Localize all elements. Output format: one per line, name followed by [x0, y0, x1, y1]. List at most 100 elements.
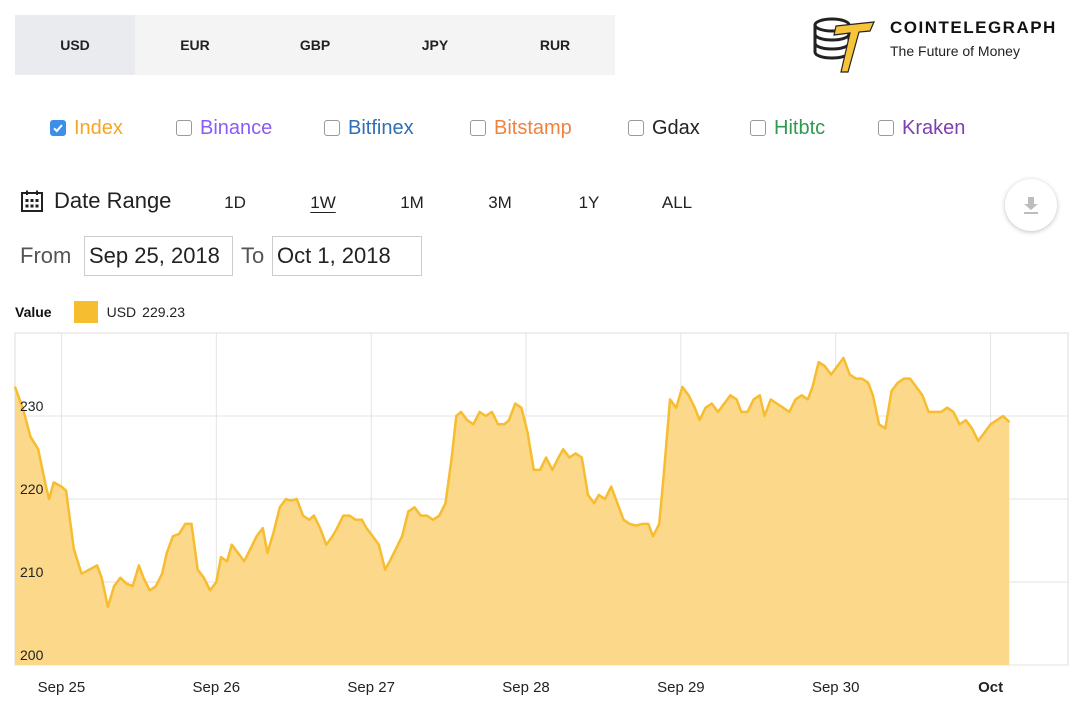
- checkbox-icon[interactable]: [750, 120, 766, 136]
- tab-usd[interactable]: USD: [15, 15, 135, 75]
- checkbox-checked-icon[interactable]: [50, 120, 66, 136]
- data-point: [432, 519, 434, 521]
- data-point: [196, 568, 199, 571]
- data-point: [759, 394, 761, 397]
- exchange-toggle-hitbtc[interactable]: Hitbtc: [750, 113, 825, 143]
- exchange-label: Index: [74, 116, 123, 139]
- data-point: [704, 406, 707, 409]
- tab-jpy[interactable]: JPY: [375, 15, 495, 75]
- exchange-toggle-binance[interactable]: Binance: [176, 113, 272, 143]
- data-point: [915, 386, 917, 388]
- data-point: [348, 514, 351, 517]
- data-point: [184, 523, 187, 525]
- exchange-label: Hitbtc: [774, 116, 826, 139]
- exchange-toggle-index[interactable]: Index: [50, 113, 123, 143]
- data-point: [354, 519, 357, 521]
- range-1y-button[interactable]: 1Y: [579, 193, 600, 213]
- data-point: [740, 411, 743, 413]
- data-point: [539, 469, 541, 471]
- data-point: [903, 377, 905, 380]
- data-point: [166, 552, 168, 554]
- data-point: [952, 411, 955, 413]
- date-range-header: Date Range: [20, 188, 171, 214]
- data-point: [658, 523, 660, 525]
- data-point: [125, 582, 128, 585]
- from-date-input[interactable]: [84, 236, 233, 276]
- brand-tagline: The Future of Money: [890, 43, 1020, 59]
- range-3m-button[interactable]: 3M: [488, 193, 512, 213]
- data-point: [817, 361, 820, 363]
- checkbox-icon[interactable]: [878, 120, 894, 136]
- checkbox-icon[interactable]: [324, 120, 340, 136]
- checkbox-icon[interactable]: [628, 120, 644, 136]
- exchange-toggle-kraken[interactable]: Kraken: [878, 113, 965, 143]
- data-point: [934, 411, 936, 413]
- chart-legend: Value USD 229.23: [15, 301, 185, 323]
- data-point: [977, 440, 979, 442]
- exchange-label: Bitfinex: [348, 116, 414, 139]
- tab-rur[interactable]: RUR: [495, 15, 615, 75]
- data-point: [557, 456, 560, 459]
- data-point: [384, 568, 386, 571]
- data-point: [861, 377, 863, 380]
- checkbox-icon[interactable]: [470, 120, 486, 136]
- data-point: [378, 543, 380, 546]
- data-point: [131, 585, 134, 587]
- currency-tabs: USD EUR GBP JPY RUR: [15, 15, 615, 75]
- data-point: [249, 548, 252, 550]
- data-point: [647, 523, 650, 525]
- range-1w-button[interactable]: 1W: [310, 193, 336, 213]
- data-point: [545, 456, 547, 459]
- data-point: [48, 498, 50, 500]
- data-point: [694, 406, 696, 409]
- to-label: To: [241, 243, 265, 268]
- download-button[interactable]: [1005, 179, 1057, 231]
- data-point: [503, 423, 506, 426]
- data-point: [237, 552, 239, 554]
- data-point: [675, 406, 677, 409]
- to-date-input[interactable]: [272, 236, 422, 276]
- data-point: [890, 390, 893, 392]
- data-point: [681, 386, 684, 388]
- data-point: [717, 411, 719, 413]
- range-1m-button[interactable]: 1M: [400, 193, 424, 213]
- data-point: [526, 431, 529, 434]
- data-point: [983, 431, 986, 434]
- tab-eur[interactable]: EUR: [135, 15, 255, 75]
- data-point: [711, 402, 713, 405]
- data-point: [604, 498, 606, 500]
- x-tick-label: Sep 30: [812, 679, 860, 696]
- range-all-button[interactable]: ALL: [662, 193, 692, 213]
- data-point: [100, 577, 103, 579]
- data-point: [698, 419, 701, 421]
- data-point: [872, 394, 874, 397]
- data-point: [426, 514, 428, 517]
- data-point: [909, 377, 911, 380]
- exchange-toggle-gdax[interactable]: Gdax: [628, 113, 700, 143]
- price-chart[interactable]: 200 210 220 230 Sep 25 Sep 26 Sep 27 Sep 28 Sep …: [0, 325, 1088, 706]
- data-point: [769, 398, 772, 401]
- exchange-toggle-bitstamp[interactable]: Bitstamp: [470, 113, 572, 143]
- y-tick-label: 210: [20, 564, 44, 580]
- y-tick-label: 230: [20, 398, 44, 414]
- data-point: [946, 406, 948, 409]
- tab-gbp[interactable]: GBP: [255, 15, 375, 75]
- data-point: [562, 448, 564, 450]
- data-point: [289, 499, 292, 502]
- data-point: [669, 398, 671, 401]
- exchange-toggle-bitfinex[interactable]: Bitfinex: [324, 113, 414, 143]
- data-point: [73, 548, 75, 550]
- exchange-label: Bitstamp: [494, 116, 572, 139]
- coins-logo-icon: [813, 17, 875, 73]
- data-point: [231, 543, 233, 546]
- cointelegraph-logo[interactable]: COINTELEGRAPH The Future of Money: [812, 14, 1057, 74]
- x-tick-label: Sep 27: [347, 679, 395, 696]
- checkbox-icon[interactable]: [176, 120, 192, 136]
- data-point: [113, 585, 115, 587]
- data-point: [209, 589, 211, 592]
- data-point: [107, 606, 109, 608]
- range-1d-button[interactable]: 1D: [224, 193, 246, 213]
- data-point: [884, 427, 887, 430]
- data-point: [855, 377, 857, 380]
- data-point: [598, 494, 600, 496]
